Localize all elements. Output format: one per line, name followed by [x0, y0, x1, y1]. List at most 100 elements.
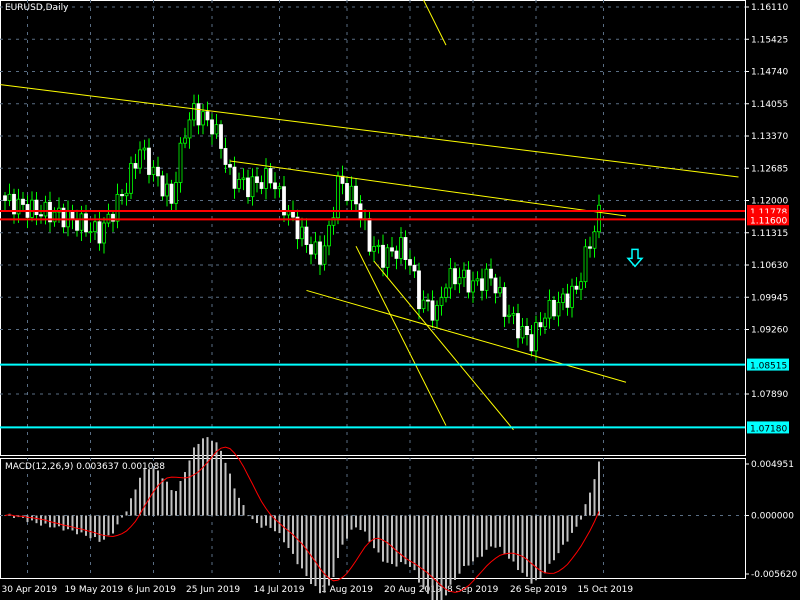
- macd-bar: [215, 442, 218, 516]
- candle-body: [3, 195, 7, 201]
- price-chart[interactable]: 1.16110 1.15425 1.14740 1.14055 1.13370 1.126…: [0, 0, 800, 600]
- candle: [255, 167, 259, 193]
- candle-body: [142, 147, 147, 151]
- candle-body: [453, 268, 457, 285]
- candle: [340, 165, 345, 195]
- level-badge-label: 1.11600: [750, 216, 787, 226]
- candle-body: [30, 199, 34, 218]
- macd-label: MACD(12,26,9) 0.003637 0.001088: [5, 462, 165, 472]
- macd-bar: [409, 515, 411, 567]
- candle: [210, 113, 214, 145]
- candle: [30, 191, 34, 222]
- macd-bar: [256, 515, 258, 524]
- price-tick-label: 1.11315: [751, 229, 788, 239]
- price-tick-label: 1.09945: [751, 293, 788, 303]
- candle: [354, 178, 358, 213]
- candle: [205, 101, 210, 127]
- candle: [196, 94, 201, 135]
- candle: [493, 273, 498, 304]
- candle: [448, 257, 453, 299]
- candle-body: [165, 183, 169, 197]
- candle-body: [511, 313, 516, 316]
- candle-body: [84, 213, 88, 233]
- candle-body: [394, 250, 399, 259]
- candle-body: [295, 216, 300, 240]
- candle-body: [174, 182, 178, 204]
- macd-tick-label: 0.004951: [751, 460, 794, 470]
- macd-bar: [364, 515, 366, 532]
- candle: [115, 183, 120, 229]
- macd-bar: [206, 437, 209, 516]
- candle-body: [151, 166, 156, 175]
- candle: [336, 171, 340, 225]
- date-tick-label: 14 Jul 2019: [254, 585, 305, 595]
- candle-body: [147, 147, 151, 175]
- candle-body: [273, 182, 277, 190]
- macd-bar: [350, 515, 353, 530]
- macd-bar: [94, 515, 96, 538]
- candle: [3, 192, 7, 212]
- macd-bar: [211, 441, 213, 516]
- candle-body: [579, 281, 583, 290]
- candle-body: [430, 300, 435, 321]
- candle: [412, 256, 417, 279]
- macd-bar: [580, 515, 582, 520]
- candle: [300, 217, 304, 247]
- candle: [183, 127, 187, 149]
- macd-bar: [508, 515, 510, 559]
- macd-bar: [76, 515, 78, 535]
- candle-body: [259, 182, 264, 189]
- macd-bar: [220, 450, 222, 516]
- macd-bar: [575, 515, 578, 527]
- price-tick-label: 1.09260: [751, 326, 788, 336]
- macd-bar: [467, 515, 470, 566]
- candle-body: [538, 322, 543, 328]
- candle-body: [354, 185, 358, 205]
- macd-bar: [71, 515, 74, 531]
- candle: [579, 272, 583, 301]
- macd-bar: [247, 515, 249, 517]
- candle: [16, 188, 21, 223]
- macd-bar: [229, 473, 231, 516]
- candle-body: [588, 246, 592, 249]
- candle: [417, 262, 421, 320]
- macd-bar: [238, 497, 240, 516]
- candle: [457, 267, 462, 294]
- price-tick-label: 1.10630: [751, 261, 788, 271]
- candle: [453, 262, 457, 291]
- candle-body: [93, 221, 97, 233]
- macd-tick-label: 0.000000: [751, 512, 794, 522]
- macd-bar: [499, 515, 501, 547]
- candle: [556, 291, 561, 327]
- candle-body: [223, 148, 228, 165]
- candle: [471, 271, 475, 303]
- macd-bar: [103, 515, 105, 540]
- candle: [426, 293, 430, 312]
- candle: [246, 169, 250, 204]
- macd-bar: [512, 515, 515, 562]
- candle: [462, 262, 466, 288]
- candle-body: [484, 268, 489, 291]
- candle: [223, 137, 228, 173]
- candle-body: [367, 218, 372, 252]
- macd-bar: [202, 438, 204, 516]
- macd-bar: [359, 515, 362, 530]
- macd-bar: [85, 515, 87, 536]
- candle: [169, 179, 174, 212]
- candle-body: [201, 111, 205, 126]
- price-tick-label: 1.16110: [751, 3, 788, 13]
- macd-bar: [139, 477, 141, 516]
- macd-bar: [301, 515, 303, 569]
- candle-body: [376, 244, 381, 247]
- candle-body: [88, 231, 93, 234]
- candle: [219, 120, 223, 159]
- candle-body: [187, 119, 192, 139]
- candle-body: [556, 302, 561, 317]
- date-tick-label: 19 May 2019: [65, 585, 124, 595]
- candle-body: [570, 285, 574, 308]
- candle-body: [21, 198, 25, 205]
- macd-bar: [112, 515, 114, 534]
- candle-body: [385, 247, 390, 268]
- candle: [129, 156, 133, 199]
- macd-bar: [584, 504, 587, 516]
